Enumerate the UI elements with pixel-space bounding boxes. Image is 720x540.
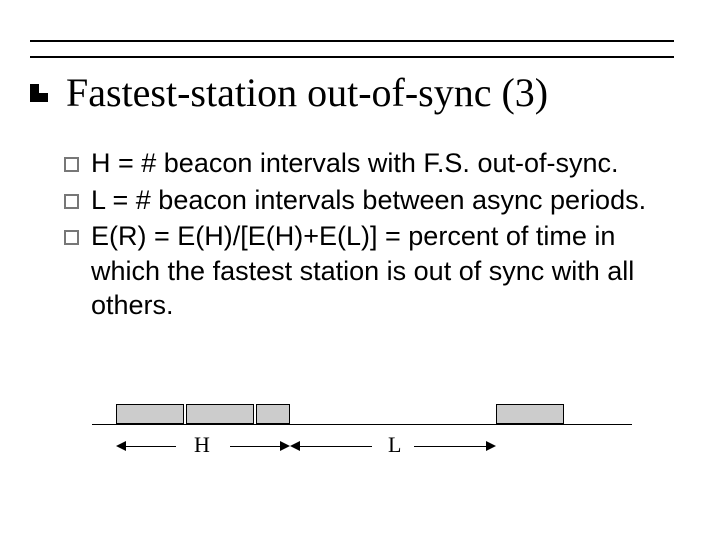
label-h: H: [194, 432, 210, 458]
arrow-segment: [116, 438, 176, 456]
title-row: Fastest-station out-of-sync (3): [30, 72, 674, 114]
item-text: L = # beacon intervals between async per…: [91, 183, 674, 218]
square-bullet-icon: [64, 194, 79, 209]
arrow-segment: [230, 438, 290, 456]
interval-box: [116, 404, 184, 424]
title-bullet-icon: [30, 84, 48, 102]
list-item: E(R) = E(H)/[E(H)+E(L)] = percent of tim…: [64, 219, 674, 323]
timeline-axis: [92, 424, 632, 425]
top-rule-1: [30, 40, 674, 42]
arrow-segment: [290, 438, 372, 456]
slide: Fastest-station out-of-sync (3) H = # be…: [0, 0, 720, 540]
arrow-segment: [414, 438, 496, 456]
square-bullet-icon: [64, 230, 79, 245]
interval-box-half: [256, 404, 290, 424]
item-text: H = # beacon intervals with F.S. out-of-…: [91, 146, 674, 181]
item-text: E(R) = E(H)/[E(H)+E(L)] = percent of tim…: [91, 219, 674, 323]
top-rule-2: [30, 56, 674, 58]
square-bullet-icon: [64, 157, 79, 172]
body: H = # beacon intervals with F.S. out-of-…: [64, 146, 674, 323]
label-l: L: [388, 432, 401, 458]
list-item: H = # beacon intervals with F.S. out-of-…: [64, 146, 674, 181]
list-item: L = # beacon intervals between async per…: [64, 183, 674, 218]
interval-box: [496, 404, 564, 424]
timeline-diagram: H L: [92, 398, 632, 478]
interval-box: [186, 404, 254, 424]
page-title: Fastest-station out-of-sync (3): [66, 72, 548, 114]
